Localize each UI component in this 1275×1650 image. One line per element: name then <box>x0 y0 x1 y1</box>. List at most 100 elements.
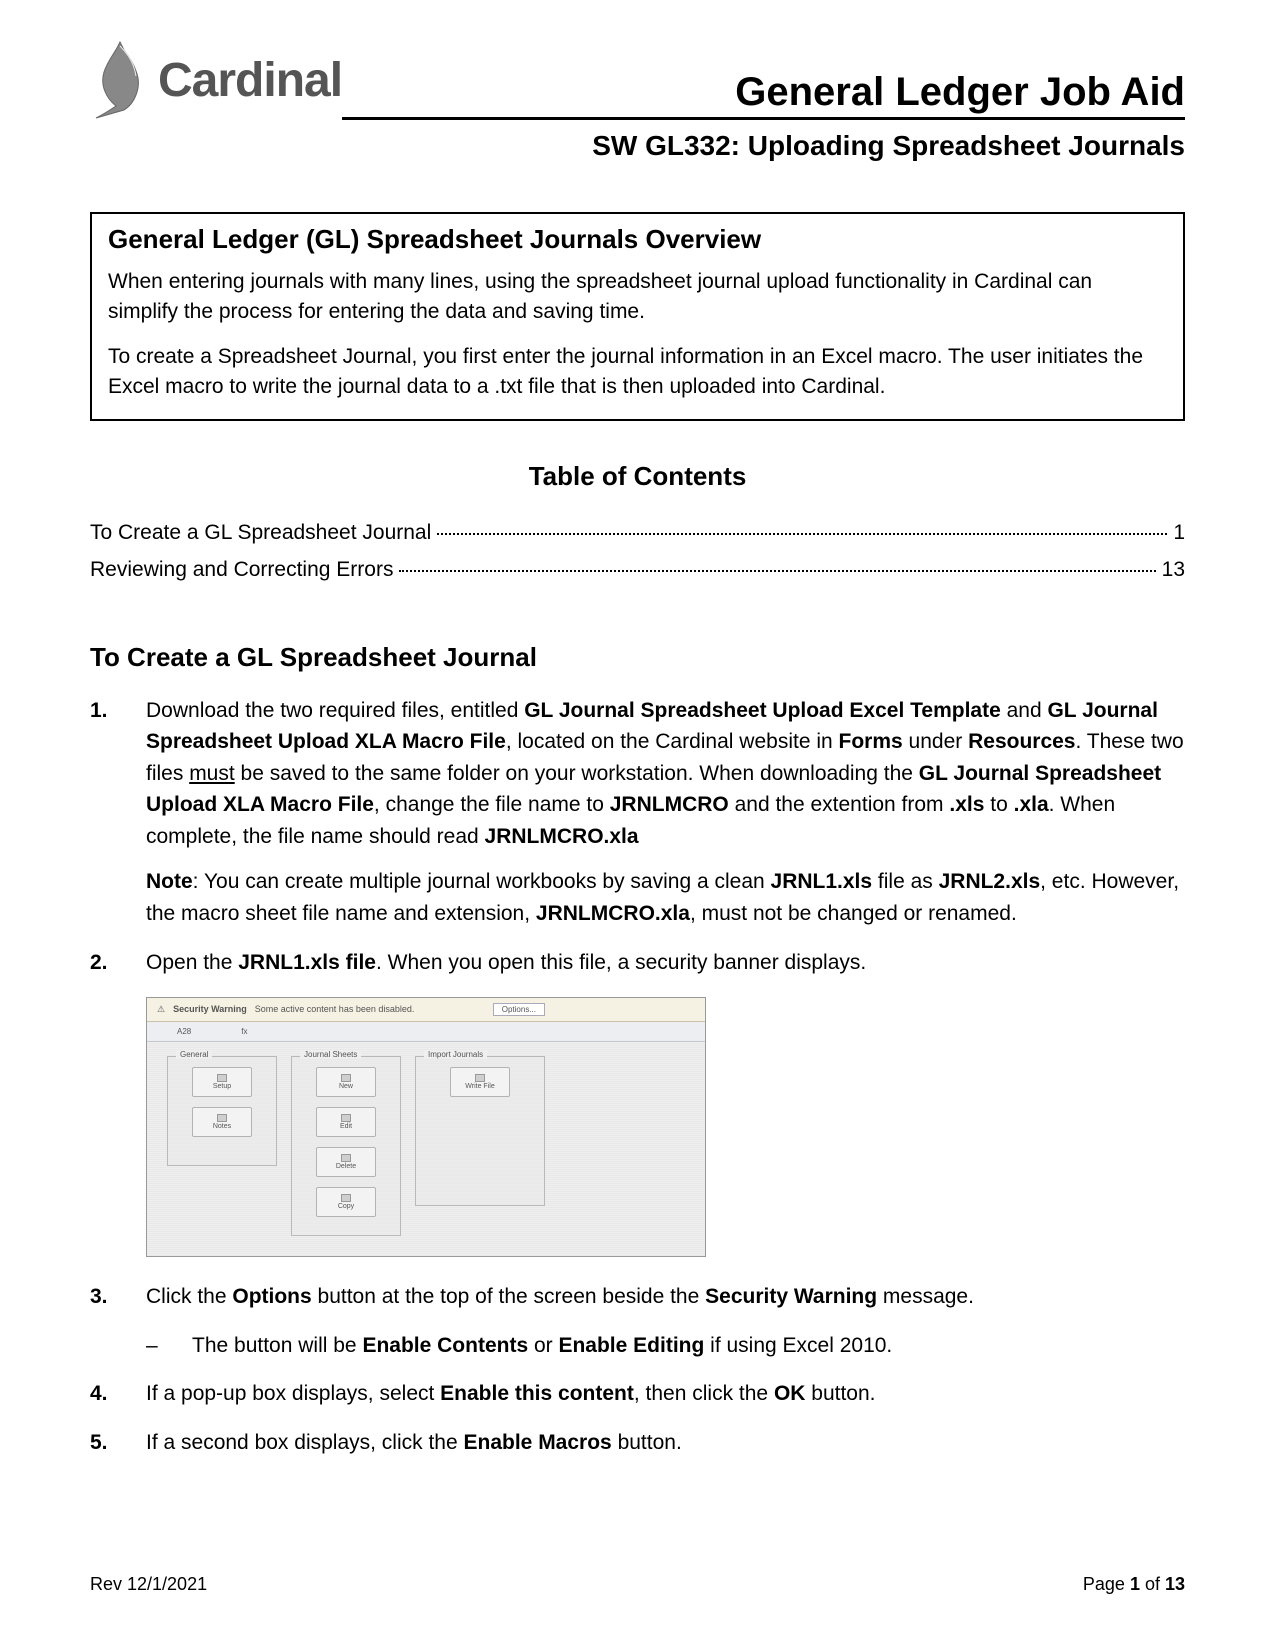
toc-label-2: Reviewing and Correcting Errors <box>90 558 393 582</box>
t: to <box>984 793 1013 816</box>
step-3-sub: – The button will be Enable Contents or … <box>146 1330 1185 1362</box>
t: Enable Editing <box>558 1334 704 1357</box>
t: , then click the <box>634 1382 774 1405</box>
t: If a second box displays, click the <box>146 1431 464 1454</box>
gear-icon <box>217 1074 227 1082</box>
t: 1 <box>1130 1574 1140 1594</box>
excel-security-banner: ⚠ Security Warning Some active content h… <box>147 998 705 1022</box>
toc-page-1: 1 <box>1173 521 1185 545</box>
t: 13 <box>1165 1574 1185 1594</box>
t: Resources <box>968 730 1075 753</box>
t: button. <box>612 1431 682 1454</box>
header-right: General Ledger Job Aid <box>342 70 1185 120</box>
section-title: To Create a GL Spreadsheet Journal <box>90 642 1185 673</box>
warning-icon: ⚠ <box>157 1004 165 1015</box>
t: Notes <box>213 1123 231 1130</box>
t: .xla <box>1014 793 1049 816</box>
t: .xls <box>949 793 984 816</box>
t: . When you open this file, a security ba… <box>376 951 866 974</box>
step-4-num: 4. <box>90 1378 146 1410</box>
overview-p1: When entering journals with many lines, … <box>108 267 1167 328</box>
write-file-button[interactable]: Write File <box>450 1067 510 1097</box>
t: and <box>1001 699 1048 722</box>
fx-label: fx <box>241 1027 247 1036</box>
delete-button[interactable]: Delete <box>316 1147 376 1177</box>
group-label: General <box>176 1050 212 1059</box>
security-warning-label: Security Warning <box>173 1004 247 1014</box>
rev-date: Rev 12/1/2021 <box>90 1574 207 1595</box>
step-3-sub-body: The button will be Enable Contents or En… <box>192 1330 892 1362</box>
t: JRNL2.xls <box>939 870 1041 893</box>
t: of <box>1140 1574 1165 1594</box>
t: button. <box>805 1382 875 1405</box>
t: Enable Macros <box>464 1431 612 1454</box>
options-button[interactable]: Options... <box>493 1003 545 1016</box>
cardinal-bird-icon <box>90 40 150 120</box>
new-icon <box>341 1074 351 1082</box>
toc-row-1[interactable]: To Create a GL Spreadsheet Journal 1 <box>90 518 1185 545</box>
notes-button[interactable]: Notes <box>192 1107 252 1137</box>
overview-box: General Ledger (GL) Spreadsheet Journals… <box>90 212 1185 421</box>
step-3: 3. Click the Options button at the top o… <box>90 1281 1185 1313</box>
t: JRNLMCRO <box>610 793 729 816</box>
t: and the extention from <box>729 793 950 816</box>
t: or <box>528 1334 558 1357</box>
doc-subtitle: SW GL332: Uploading Spreadsheet Journals <box>90 130 1185 162</box>
footer: Rev 12/1/2021 Page 1 of 13 <box>90 1574 1185 1595</box>
excel-screenshot: ⚠ Security Warning Some active content h… <box>146 997 706 1257</box>
t: JRNLMCRO.xla <box>485 825 639 848</box>
note-icon <box>217 1114 227 1122</box>
t: The button will be <box>192 1334 362 1357</box>
copy-button[interactable]: Copy <box>316 1187 376 1217</box>
step-2-body: Open the JRNL1.xls file. When you open t… <box>146 947 1185 979</box>
setup-button[interactable]: Setup <box>192 1067 252 1097</box>
page-number: Page 1 of 13 <box>1083 1574 1185 1595</box>
toc-title: Table of Contents <box>90 461 1185 492</box>
t: , located on the Cardinal website in <box>506 730 839 753</box>
t: Copy <box>338 1203 354 1210</box>
step-2: 2. Open the JRNL1.xls file. When you ope… <box>90 947 1185 979</box>
doc-title: General Ledger Job Aid <box>342 70 1185 120</box>
overview-title: General Ledger (GL) Spreadsheet Journals… <box>108 224 1167 255</box>
t: if using Excel 2010. <box>704 1334 892 1357</box>
step-2-num: 2. <box>90 947 146 979</box>
t: Note <box>146 870 193 893</box>
toc-dots <box>399 551 1155 572</box>
group-journal-sheets: Journal Sheets New Edit Delete Copy <box>291 1056 401 1236</box>
brand-name: Cardinal <box>158 53 342 108</box>
t: Click the <box>146 1285 232 1308</box>
t: Download the two required files, entitle… <box>146 699 524 722</box>
t: Page <box>1083 1574 1130 1594</box>
pencil-icon <box>341 1114 351 1122</box>
step-5-body: If a second box displays, click the Enab… <box>146 1427 1185 1459</box>
group-label: Import Journals <box>424 1050 487 1059</box>
dash: – <box>146 1330 192 1362</box>
header: Cardinal General Ledger Job Aid <box>90 40 1185 120</box>
t: Options <box>232 1285 311 1308</box>
excel-sheet-body: General Setup Notes Journal Sheets New E… <box>147 1042 705 1257</box>
t: New <box>339 1083 353 1090</box>
step-4-body: If a pop-up box displays, select Enable … <box>146 1378 1185 1410</box>
t: Setup <box>213 1083 231 1090</box>
step-1-body: Download the two required files, entitle… <box>146 695 1185 930</box>
t: be saved to the same folder on your work… <box>235 762 919 785</box>
excel-formula-bar: A28 fx <box>147 1022 705 1042</box>
t: , change the file name to <box>374 793 610 816</box>
security-warning-text: Some active content has been disabled. <box>255 1004 415 1014</box>
toc-row-2[interactable]: Reviewing and Correcting Errors 13 <box>90 555 1185 582</box>
t: Security Warning <box>705 1285 877 1308</box>
new-button[interactable]: New <box>316 1067 376 1097</box>
t: Enable Contents <box>362 1334 528 1357</box>
group-import-journals: Import Journals Write File <box>415 1056 545 1206</box>
t: Enable this content <box>440 1382 634 1405</box>
group-label: Journal Sheets <box>300 1050 361 1059</box>
step-5-num: 5. <box>90 1427 146 1459</box>
edit-button[interactable]: Edit <box>316 1107 376 1137</box>
t: message. <box>877 1285 974 1308</box>
overview-p2: To create a Spreadsheet Journal, you fir… <box>108 342 1167 403</box>
t: Write File <box>465 1083 494 1090</box>
t: Edit <box>340 1123 352 1130</box>
t: JRNL1.xls file <box>238 951 376 974</box>
step-4: 4. If a pop-up box displays, select Enab… <box>90 1378 1185 1410</box>
copy-icon <box>341 1194 351 1202</box>
